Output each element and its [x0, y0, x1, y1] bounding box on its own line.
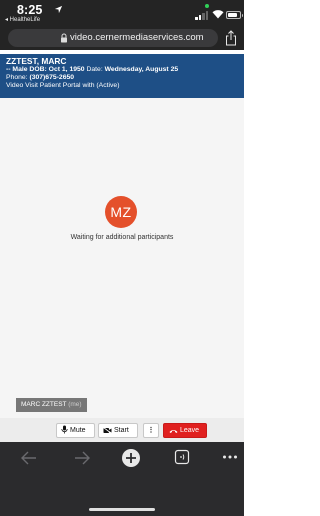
participant-name: MARC ZZTEST — [21, 401, 67, 408]
home-indicator — [89, 508, 155, 511]
camera-icon — [103, 427, 112, 434]
phone-label: Phone: — [6, 74, 30, 82]
visit-type: Video Visit Patient Portal with (Active) — [6, 81, 120, 89]
leave-button[interactable]: Leave — [163, 423, 207, 438]
patient-info-banner: ZZTEST, MARC -- Male DOB: Oct 1, 1950 Da… — [0, 54, 244, 98]
location-arrow-icon — [54, 5, 63, 14]
start-video-button[interactable]: Start — [98, 423, 138, 438]
patient-demographics: -- Male DOB: Oct 1, 1950 Date: Wednesday… — [6, 66, 244, 74]
patient-name: ZZTEST, MARC — [6, 56, 67, 66]
browser-address-area: video.cernermediaservices.com — [0, 26, 244, 50]
forward-arrow-icon[interactable] — [73, 450, 91, 466]
battery-icon — [226, 11, 243, 19]
waiting-message: Waiting for additional participants — [70, 234, 174, 241]
phone-hangup-icon — [169, 430, 178, 433]
back-to-app-link[interactable]: ◂ HealtheLife — [5, 16, 40, 23]
patient-phone: (307)675-2650 — [29, 74, 75, 82]
url-text: video.cernermediaservices.com — [70, 32, 204, 43]
camera-in-use-indicator — [205, 4, 209, 8]
visit-date: Wednesday, August 25 — [104, 66, 179, 74]
more-options-button[interactable]: ⋮ — [143, 423, 159, 438]
new-tab-icon[interactable] — [121, 448, 141, 468]
mute-label: Mute — [70, 427, 86, 434]
patient-sex-label: -- Male DOB: — [6, 66, 49, 74]
tabs-icon[interactable] — [174, 449, 190, 465]
status-time: 8:25 — [17, 3, 43, 17]
participant-name-tag: MARC ZZTEST (me) — [16, 398, 87, 412]
status-bar: 8:25 ◂ HealtheLife — [0, 0, 244, 26]
more-icon[interactable] — [222, 454, 238, 460]
share-icon[interactable] — [225, 30, 237, 46]
wifi-icon — [212, 10, 224, 19]
back-arrow-icon[interactable] — [20, 450, 38, 466]
patient-phone-line: Phone: (307)675-2650 — [6, 74, 244, 82]
call-toolbar: Mute Start ⋮ Leave — [0, 418, 244, 442]
patient-dob: Oct 1, 1950 — [48, 66, 85, 74]
start-label: Start — [114, 427, 129, 434]
visit-date-label: Date: — [84, 66, 105, 74]
leave-label: Leave — [180, 427, 200, 434]
mute-button[interactable]: Mute — [56, 423, 95, 438]
participant-me-tag: (me) — [68, 401, 82, 408]
avatar: MZ — [105, 196, 137, 228]
microphone-icon — [61, 425, 68, 434]
lock-icon — [61, 33, 67, 43]
browser-bottom-toolbar — [0, 442, 244, 516]
video-area: MZ Waiting for additional participants M… — [0, 98, 244, 418]
signal-icon — [195, 11, 209, 20]
address-bar[interactable]: video.cernermediaservices.com — [8, 29, 218, 47]
